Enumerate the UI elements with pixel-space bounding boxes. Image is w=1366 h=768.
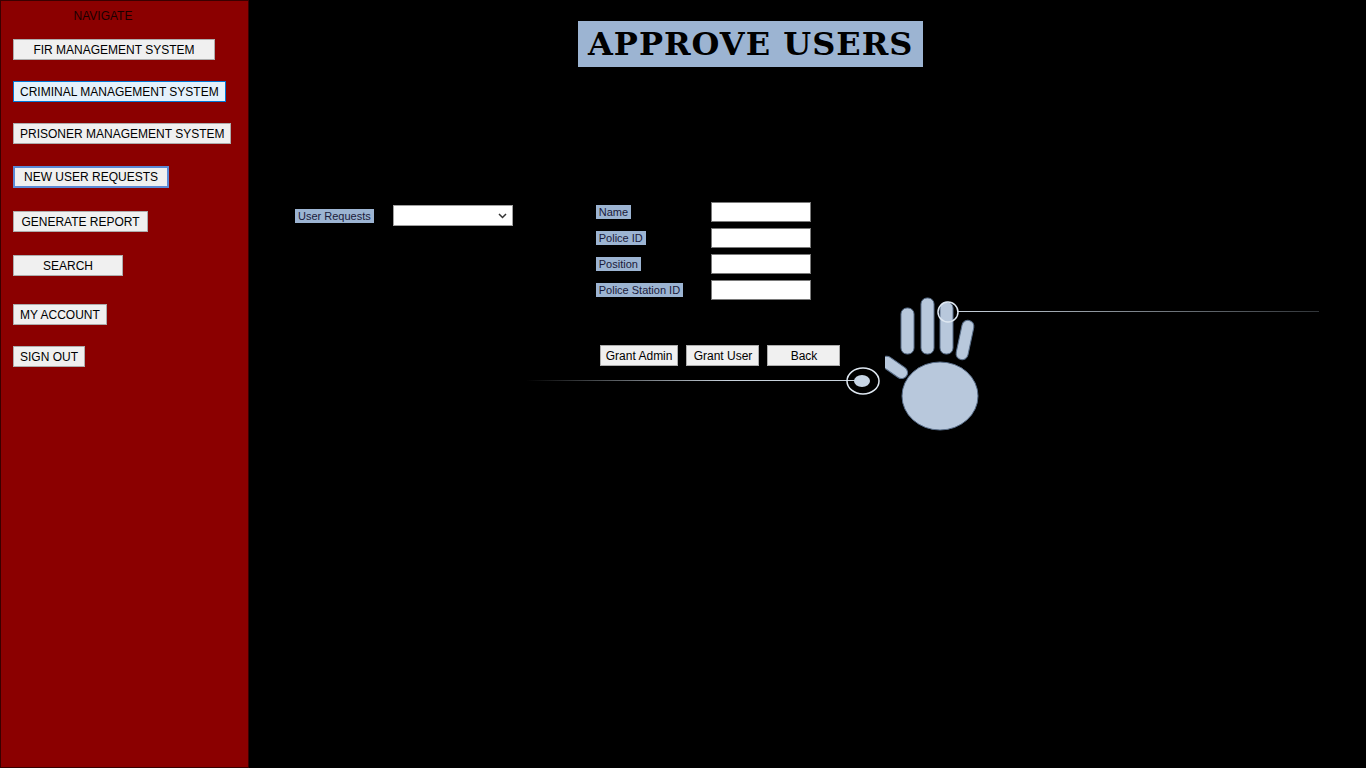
page-title: APPROVE USERS: [578, 21, 923, 67]
decor-line: [957, 311, 1319, 312]
action-button[interactable]: Back: [767, 345, 840, 366]
thumb-ring-icon: [845, 366, 881, 396]
sidebar: NAVIGATE FIR MANAGEMENT SYSTEM CRIMINAL MA…: [0, 0, 249, 768]
action-button[interactable]: Grant Admin: [600, 345, 679, 366]
sidebar-item[interactable]: SEARCH: [13, 255, 123, 276]
field-input[interactable]: [711, 202, 811, 222]
decor-line: [526, 380, 863, 381]
field-input[interactable]: [711, 254, 811, 274]
field-input[interactable]: [711, 280, 811, 300]
field-label: Police Station ID: [596, 283, 683, 297]
sidebar-item[interactable]: PRISONER MANAGEMENT SYSTEM: [13, 123, 231, 144]
main-panel: APPROVE USERS User Requests Name Police ID P…: [249, 0, 1366, 768]
user-requests-select[interactable]: [393, 205, 513, 226]
sidebar-item[interactable]: SIGN OUT: [13, 346, 85, 367]
action-button[interactable]: Grant User: [686, 345, 759, 366]
sidebar-item[interactable]: CRIMINAL MANAGEMENT SYSTEM: [13, 81, 226, 102]
field-label-cell: Position: [596, 257, 711, 271]
fields-grid: Name Police ID Position Police Station ID: [596, 202, 841, 300]
chevron-down-icon: [498, 213, 507, 219]
field-label: Position: [596, 257, 641, 271]
sidebar-item[interactable]: FIR MANAGEMENT SYSTEM: [13, 39, 215, 60]
user-requests-group: User Requests: [295, 205, 513, 226]
action-buttons: Grant Admin Grant User Back: [600, 345, 841, 366]
sidebar-item[interactable]: MY ACCOUNT: [13, 304, 107, 325]
sidebar-item[interactable]: GENERATE REPORT: [13, 211, 148, 232]
approve-form: User Requests Name Police ID Position Police…: [295, 202, 1366, 366]
sidebar-heading: NAVIGATE: [13, 9, 193, 23]
field-input[interactable]: [711, 228, 811, 248]
field-label-cell: Police Station ID: [596, 283, 711, 297]
sidebar-item[interactable]: NEW USER REQUESTS: [13, 166, 169, 188]
field-label-cell: Name: [596, 205, 711, 219]
approve-users-screen: NAVIGATE FIR MANAGEMENT SYSTEM CRIMINAL MA…: [0, 0, 1366, 768]
handprint-icon: [885, 296, 995, 436]
field-label: Name: [596, 205, 631, 219]
user-requests-label: User Requests: [295, 209, 374, 223]
field-label: Police ID: [596, 231, 646, 245]
user-details: Name Police ID Position Police Station ID Gr…: [596, 202, 841, 366]
field-label-cell: Police ID: [596, 231, 711, 245]
